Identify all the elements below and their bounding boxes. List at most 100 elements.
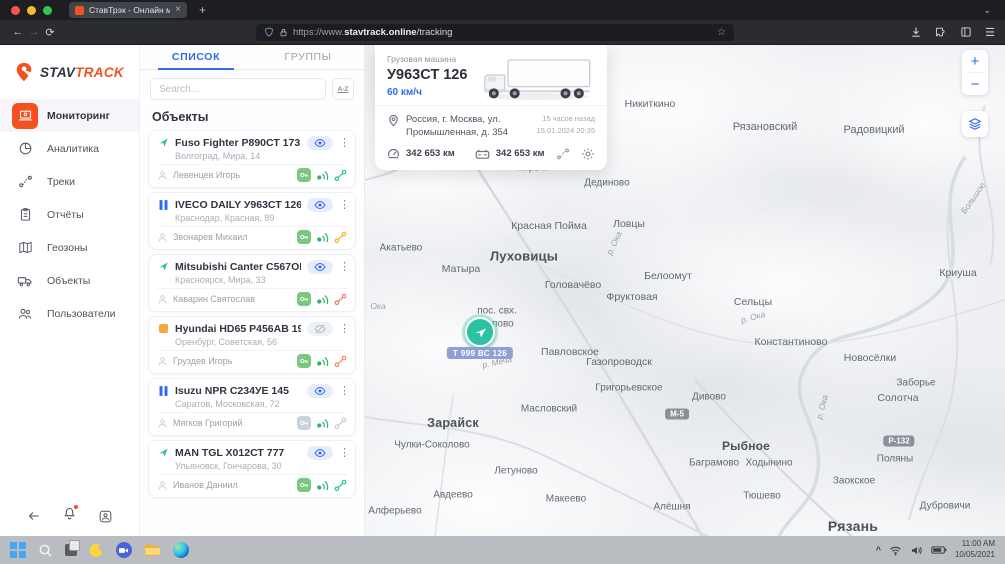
reload-button[interactable]: ⟳ <box>42 26 58 39</box>
truck-image <box>479 55 597 105</box>
vehicle-card[interactable]: Hyundai HD65 Р456АВ 197 ⋮ Оренбург, Сове… <box>148 316 356 374</box>
more-icon[interactable]: ⋮ <box>339 260 347 273</box>
engine-icon <box>475 148 490 160</box>
vehicle-card[interactable]: IVECO DAILY У963СТ 126 ⋮ Краснодар, Крас… <box>148 192 356 250</box>
ignition-key-icon <box>297 416 311 430</box>
more-icon[interactable]: ⋮ <box>339 322 347 335</box>
map-zoom-control: + − <box>962 50 988 95</box>
tray-chevron-icon[interactable]: ^ <box>876 545 881 555</box>
connection-icon <box>334 417 347 430</box>
visibility-eye-off-icon[interactable] <box>307 322 333 336</box>
visibility-eye-icon[interactable] <box>307 260 333 274</box>
start-button[interactable] <box>10 542 26 558</box>
map-label: Никиткино <box>625 98 676 110</box>
tab-title: СтавТрэк - Онлайн мониторин <box>89 5 170 15</box>
sidebar-item-analytics[interactable]: Аналитика <box>0 132 139 165</box>
back-button[interactable]: ← <box>10 26 26 38</box>
more-icon[interactable]: ⋮ <box>339 446 347 459</box>
system-tray[interactable]: ^ 11:00 AM 10/05/2021 <box>876 539 995 561</box>
volume-icon <box>910 544 923 557</box>
browser-tab[interactable]: СтавТрэк - Онлайн мониторин × <box>69 2 187 18</box>
sidebar-item-reports[interactable]: Отчёты <box>0 198 139 231</box>
visibility-eye-icon[interactable] <box>307 384 333 398</box>
sidebar-toggle-icon[interactable] <box>960 26 972 38</box>
map-label: Алферьево <box>368 506 421 517</box>
search-input[interactable] <box>150 78 326 100</box>
tab-groups[interactable]: ГРУППЫ <box>252 45 364 69</box>
users-icon <box>12 301 38 327</box>
map-label: Авдеево <box>433 490 473 501</box>
maximize-window-button[interactable] <box>43 6 52 15</box>
map-layers-button[interactable] <box>962 111 988 137</box>
notifications-bell[interactable] <box>62 506 77 526</box>
map-label: Дивово <box>692 392 726 403</box>
profile-icon[interactable] <box>98 509 113 524</box>
edge-browser-icon[interactable] <box>173 542 189 558</box>
downloads-icon[interactable] <box>910 26 922 38</box>
tracking-shield-icon[interactable] <box>264 27 274 37</box>
vehicle-card[interactable]: Fuso Fighter Р890СТ 173 ⋮ Волгоград, Мир… <box>148 130 356 188</box>
tab-list[interactable]: СПИСОК <box>140 45 252 69</box>
battery-icon <box>931 545 947 555</box>
minimize-window-button[interactable] <box>27 6 36 15</box>
bookmark-star-icon[interactable]: ☆ <box>717 27 726 38</box>
more-icon[interactable]: ⋮ <box>339 136 347 149</box>
sidebar-item-users[interactable]: Пользователи <box>0 297 139 330</box>
sidebar-item-objects[interactable]: Объекты <box>0 264 139 297</box>
sidebar-item-tracks[interactable]: Треки <box>0 165 139 198</box>
window-controls[interactable] <box>0 6 52 15</box>
vehicle-address: Саратов, Московская, 72 <box>175 399 347 409</box>
url-bar[interactable]: https://www.stavtrack.online/tracking ☆ <box>256 24 734 41</box>
forward-button[interactable]: → <box>26 26 42 38</box>
collapse-back-icon[interactable] <box>27 509 41 523</box>
map-label: Зарайск <box>427 416 479 430</box>
taskbar-search-icon[interactable] <box>38 543 53 558</box>
sidebar-item-monitoring[interactable]: Мониторинг <box>0 99 139 132</box>
vehicle-heading-icon <box>473 325 488 340</box>
taskbar-clock[interactable]: 11:00 AM 10/05/2021 <box>955 539 995 561</box>
visibility-eye-icon[interactable] <box>307 446 333 460</box>
moon-app-icon[interactable] <box>89 543 104 558</box>
extensions-icon[interactable] <box>935 26 947 38</box>
zoom-in-button[interactable]: + <box>962 50 988 72</box>
map-canvas[interactable]: СергиевскийПирочиДединовоНикиткиноРязано… <box>365 45 1005 536</box>
file-explorer-icon[interactable] <box>144 543 161 557</box>
connection-icon <box>334 479 347 492</box>
close-window-button[interactable] <box>11 6 20 15</box>
map-label: Фруктовая <box>606 291 657 303</box>
map-label: Радовицкий <box>843 124 904 136</box>
visibility-eye-icon[interactable] <box>307 136 333 150</box>
sort-az-button[interactable]: A-Z <box>332 78 354 100</box>
signal-icon <box>316 355 329 368</box>
map-label: Макеево <box>546 494 586 505</box>
map-label: Сельцы <box>734 296 772 308</box>
vehicle-marker[interactable] <box>465 317 495 347</box>
ignition-key-icon <box>297 230 311 244</box>
settings-gear-icon[interactable] <box>581 147 595 161</box>
vehicle-card[interactable]: Mitsubishi Canter С567ОР 790 ⋮ Красноярс… <box>148 254 356 312</box>
new-tab-button[interactable]: + <box>199 3 206 17</box>
task-view-icon[interactable] <box>65 544 77 556</box>
show-track-button[interactable] <box>556 147 570 161</box>
chat-app-icon[interactable] <box>116 542 132 558</box>
engine-hours-value: 342 653 км <box>496 148 545 159</box>
more-icon[interactable]: ⋮ <box>339 198 347 211</box>
more-icon[interactable]: ⋮ <box>339 384 347 397</box>
status-moving-icon <box>157 447 169 458</box>
analytics-icon <box>12 136 38 162</box>
tab-list-chevron-icon[interactable]: ⌄ <box>983 5 991 16</box>
visibility-eye-icon[interactable] <box>307 198 333 212</box>
sidebar-item-geozones[interactable]: Геозоны <box>0 231 139 264</box>
main-sidebar: STAVTRACK Мониторинг Аналитика Треки Отч… <box>0 45 140 536</box>
map-label: р. Ока <box>814 394 830 421</box>
tab-close-icon[interactable]: × <box>175 5 181 15</box>
panel-tabs: СПИСОК ГРУППЫ <box>140 45 364 70</box>
vehicle-card[interactable]: MAN TGL Х012СТ 777 ⋮ Ульяновск, Гончаров… <box>148 440 356 498</box>
menu-icon[interactable]: ☰ <box>985 26 995 39</box>
reports-icon <box>12 202 38 228</box>
popup-address: Россия, г. Москва, ул. Промышленная, д. … <box>406 113 524 140</box>
vehicle-card[interactable]: Isuzu NPR С234УЕ 145 ⋮ Саратов, Московск… <box>148 378 356 436</box>
ignition-key-icon <box>297 354 311 368</box>
zoom-out-button[interactable]: − <box>962 73 988 95</box>
driver-name: Каварин Святослав <box>173 294 292 304</box>
